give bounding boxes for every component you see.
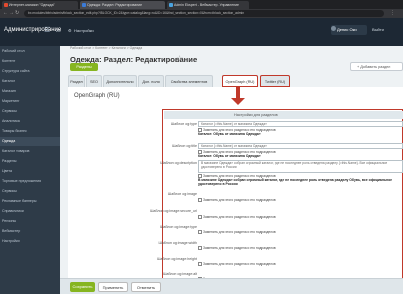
checkbox-label: Заменить для этого раздела и его подразд… bbox=[203, 230, 276, 234]
cancel-button[interactable]: Отменить bbox=[131, 282, 161, 292]
section-header: Настройки для разделов bbox=[164, 111, 403, 119]
tab-twitter[interactable]: Twitter (RU) bbox=[260, 75, 290, 87]
checkbox[interactable] bbox=[198, 230, 202, 235]
field-label: Шаблон og:type bbox=[170, 122, 197, 126]
user-menu[interactable]: Денис Оки bbox=[331, 25, 367, 35]
browser-tab-webmaster[interactable]: Admin Ekspert - Вебмастер. Управление bbox=[167, 1, 249, 9]
checkbox[interactable] bbox=[198, 215, 202, 220]
add-section-label: Добавить раздел bbox=[360, 65, 391, 69]
admin-brand: Администрирование bbox=[4, 27, 62, 33]
sidebar-item[interactable]: Сервисы bbox=[2, 109, 17, 113]
checkbox-label: Заменить для этого раздела и его подразд… bbox=[203, 246, 276, 250]
avatar bbox=[331, 26, 336, 31]
sidebar-item[interactable]: Справочники bbox=[2, 209, 24, 213]
user-name: Денис Оки bbox=[337, 27, 357, 32]
replace-checkbox-row[interactable]: Заменить для этого раздела и его подразд… bbox=[198, 262, 403, 267]
breadcrumb[interactable]: Рабочий стол > Контент > Каталоги > Одеж… bbox=[70, 46, 142, 50]
sidebar-item[interactable]: Маркетинг bbox=[2, 99, 19, 103]
sidebar-item[interactable]: Контент bbox=[2, 59, 15, 63]
menu-toggle-icon[interactable]: ☰ bbox=[44, 27, 50, 35]
browser-tab-label: Интернет-магазин "Одежда" bbox=[9, 3, 55, 7]
admin-header: Администрирование ☰ 28 ⚙ Настройки Денис… bbox=[0, 18, 403, 46]
sidebar-item[interactable]: Структура сайта bbox=[2, 69, 29, 73]
tab-section[interactable]: Раздел bbox=[68, 75, 85, 87]
tab-extra-fields[interactable]: Доп. поля bbox=[138, 75, 164, 87]
field-label: Шаблон og:image:secure_url bbox=[150, 209, 197, 213]
sidebar-item[interactable]: Регионы bbox=[2, 219, 16, 223]
sidebar-item[interactable]: Цвета bbox=[2, 169, 12, 173]
action-bar: Сохранить Применить Отменить bbox=[60, 278, 403, 294]
browser-tab-store[interactable]: Интернет-магазин "Одежда" bbox=[2, 1, 78, 9]
notifications-count[interactable]: 28 bbox=[56, 28, 60, 33]
field-label: Шаблон og:title bbox=[172, 144, 197, 148]
og-description-input[interactable]: В магазине Одежда» собран огромный катал… bbox=[198, 160, 403, 173]
sidebar-item[interactable]: Настройки bbox=[2, 239, 20, 243]
sidebar-item[interactable]: Каталог товаров bbox=[2, 149, 29, 153]
panel-title: OpenGraph (RU) bbox=[74, 93, 120, 99]
field-label: Шаблон og:description bbox=[160, 161, 197, 165]
menu-icon[interactable]: ⋮ bbox=[390, 10, 395, 17]
favicon-icon bbox=[169, 3, 173, 7]
sections-button[interactable]: Разделы bbox=[70, 63, 98, 71]
main-content: Рабочий стол > Контент > Каталоги > Одеж… bbox=[60, 46, 403, 294]
logout-link[interactable]: Выйти bbox=[372, 27, 384, 32]
browser-tab-label: Admin Ekspert - Вебмастер. Управление bbox=[174, 3, 239, 7]
gear-icon[interactable]: ⚙ bbox=[68, 28, 72, 33]
apply-button[interactable]: Применить bbox=[98, 282, 128, 292]
replace-checkbox-row[interactable]: Заменить для этого раздела и его подразд… bbox=[198, 198, 403, 203]
field-label: Шаблон og:image:alt bbox=[163, 272, 197, 276]
favicon-icon bbox=[82, 3, 86, 7]
checkbox[interactable] bbox=[198, 246, 202, 251]
og-title-input[interactable]: Каталог {=this.Name} от магазина Одежда» bbox=[198, 143, 403, 149]
sidebar-item[interactable]: Вебмастер bbox=[2, 229, 20, 233]
save-button[interactable]: Сохранить bbox=[70, 282, 95, 292]
annotation-arrow-head bbox=[231, 98, 245, 105]
tab-additional[interactable]: Дополнительно bbox=[103, 75, 137, 87]
sidebar-item[interactable]: Товары бизнес bbox=[2, 129, 27, 133]
sidebar-item[interactable]: Одежда bbox=[2, 139, 15, 143]
sidebar-item[interactable]: Сервисы bbox=[2, 189, 17, 193]
add-section-button[interactable]: + Добавить раздел bbox=[350, 62, 403, 71]
field-label: Шаблон og:image:height bbox=[157, 257, 197, 261]
tab-opengraph[interactable]: OpenGraph (RU) bbox=[222, 75, 258, 87]
sidebar-item[interactable]: Рабочий стол bbox=[2, 49, 25, 53]
field-label: Шаблон og:image:type bbox=[160, 225, 197, 229]
og-type-input[interactable]: Каталог {=this.Name} от магазина Одежда» bbox=[198, 121, 403, 127]
tab-element-properties[interactable]: Свойства элементов bbox=[165, 75, 213, 87]
template-preview: В магазине Одежда» собран огромный катал… bbox=[198, 178, 393, 186]
sidebar-item[interactable]: Разделы bbox=[2, 159, 16, 163]
browser-tab-label: Одежда: Раздел: Редактирование bbox=[87, 3, 143, 7]
sidebar-item[interactable]: Магазин bbox=[2, 89, 16, 93]
sidebar-item[interactable]: Рекламные баннеры bbox=[2, 199, 37, 203]
checkbox[interactable] bbox=[198, 262, 202, 267]
sidebar-item[interactable]: Каталог bbox=[2, 79, 15, 83]
back-icon[interactable]: ← bbox=[3, 10, 8, 17]
replace-checkbox-row[interactable]: Заменить для этого раздела и его подразд… bbox=[198, 230, 403, 235]
sidebar: Рабочий стол Контент Структура сайта Катало… bbox=[0, 46, 60, 294]
settings-link[interactable]: Настройки bbox=[74, 28, 94, 33]
reload-icon[interactable]: ↻ bbox=[15, 10, 19, 17]
checkbox-label: Заменить для этого раздела и его подразд… bbox=[203, 198, 276, 202]
sidebar-item[interactable]: Торговые предложения bbox=[2, 179, 41, 183]
tab-seo[interactable]: SEO bbox=[86, 75, 102, 87]
sidebar-item[interactable]: Аналитика bbox=[2, 119, 20, 123]
browser-toolbar: ← → ↻ bx.modules/bitrix/admin/iblock_sec… bbox=[0, 9, 403, 18]
field-label: Шаблон og:image bbox=[167, 192, 197, 196]
browser-tab-edit[interactable]: Одежда: Раздел: Редактирование bbox=[80, 1, 165, 9]
address-bar[interactable]: bx.modules/bitrix/admin/iblock_section_e… bbox=[24, 10, 384, 17]
checkbox-label: Заменить для этого раздела и его подразд… bbox=[203, 215, 276, 219]
template-preview: Каталог: Обувь от магазина Одежда» bbox=[198, 132, 261, 136]
field-label: Шаблон og:image:width bbox=[158, 241, 197, 245]
favicon-icon bbox=[4, 3, 8, 7]
replace-checkbox-row[interactable]: Заменить для этого раздела и его подразд… bbox=[198, 215, 403, 220]
template-preview: Каталог: Обувь от магазина Одежда» bbox=[198, 154, 261, 158]
browser-tab-strip: Интернет-магазин "Одежда" Одежда: Раздел… bbox=[0, 0, 403, 9]
checkbox[interactable] bbox=[198, 198, 202, 203]
favorite-star-icon[interactable]: ☆ bbox=[176, 54, 183, 63]
forward-icon[interactable]: → bbox=[9, 10, 14, 17]
checkbox-label: Заменить для этого раздела и его подразд… bbox=[203, 262, 276, 266]
replace-checkbox-row[interactable]: Заменить для этого раздела и его подразд… bbox=[198, 246, 403, 251]
